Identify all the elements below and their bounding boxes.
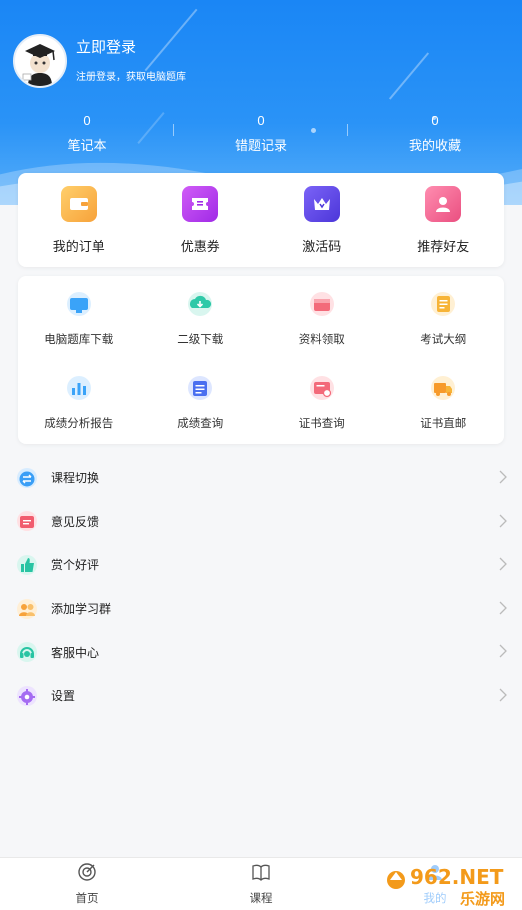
chevron-right-icon — [499, 470, 507, 484]
service-label: 电脑题库下载 — [44, 334, 114, 346]
stat-value: 0 — [257, 113, 265, 128]
monitor-icon — [64, 289, 94, 319]
chevron-right-icon — [499, 644, 507, 658]
truck-icon — [428, 373, 458, 403]
chevron-right-icon — [499, 557, 507, 571]
quick-actions-card: 我的订单 优惠券 激活码 推荐好友 — [18, 173, 504, 267]
switch-icon — [16, 467, 38, 489]
cloud-download-icon — [185, 289, 215, 319]
book-icon — [252, 864, 270, 881]
service-item[interactable]: 考试大纲 — [383, 276, 505, 360]
menu-label: 客服中心 — [51, 645, 100, 660]
headset-icon — [16, 641, 38, 663]
quick-action-invite[interactable]: 推荐好友 — [383, 173, 505, 267]
service-item[interactable]: 成绩分析报告 — [18, 360, 140, 444]
tab-courses[interactable]: 课程 — [174, 862, 348, 906]
avatar[interactable] — [13, 34, 67, 88]
service-item[interactable]: 证书直邮 — [383, 360, 505, 444]
stat-label: 错题记录 — [234, 138, 287, 153]
stat-mistakes[interactable]: 0 错题记录 — [174, 113, 348, 154]
certificate-icon — [307, 373, 337, 403]
service-label: 证书直邮 — [420, 418, 467, 430]
service-label: 考试大纲 — [420, 334, 467, 346]
menu-label: 添加学习群 — [51, 602, 112, 617]
service-label: 资料领取 — [298, 334, 345, 346]
stat-label: 笔记本 — [67, 138, 107, 153]
tab-label: 课程 — [249, 893, 273, 905]
quick-action-label: 我的订单 — [52, 239, 105, 254]
service-item[interactable]: 电脑题库下载 — [18, 276, 140, 360]
user-icon — [425, 186, 462, 222]
stat-value: 0 — [431, 113, 439, 128]
target-icon — [78, 863, 96, 881]
watermark-logo: 962.NET 乐游网 — [382, 858, 522, 910]
service-label: 成绩分析报告 — [44, 418, 114, 430]
menu-item-join-group[interactable]: 添加学习群 — [0, 587, 522, 631]
quick-action-label: 激活码 — [302, 239, 342, 254]
menu-item-customer-service[interactable]: 客服中心 — [0, 630, 522, 674]
service-item[interactable]: 成绩查询 — [140, 360, 262, 444]
tab-label: 首页 — [75, 893, 99, 905]
service-label: 成绩查询 — [177, 418, 224, 430]
quick-action-label: 推荐好友 — [417, 239, 470, 254]
watermark-brand: 962.NET — [410, 865, 504, 889]
watermark-site: 乐游网 — [460, 890, 505, 908]
quick-action-orders[interactable]: 我的订单 — [18, 173, 140, 267]
quick-action-label: 优惠券 — [180, 239, 220, 254]
login-subtitle: 注册登录，获取电脑题库 — [76, 72, 186, 83]
document-icon — [428, 289, 458, 319]
services-card: 电脑题库下载 二级下载 资料领取 考试大纲 成绩分析报告 成绩查询 证书查询 证… — [18, 276, 504, 444]
wallet-icon — [60, 186, 97, 222]
menu-item-rate-app[interactable]: 赏个好评 — [0, 543, 522, 587]
chevron-right-icon — [499, 514, 507, 528]
menu-label: 赏个好评 — [51, 558, 100, 573]
stat-notebook[interactable]: 0 笔记本 — [0, 113, 174, 154]
service-item[interactable]: 证书查询 — [261, 360, 383, 444]
stat-label: 我的收藏 — [408, 138, 461, 153]
tab-home[interactable]: 首页 — [0, 862, 174, 906]
settings-menu: 课程切换 意见反馈 赏个好评 添加学习群 客服中心 设置 — [0, 456, 522, 718]
gear-icon — [16, 685, 38, 707]
quick-action-coupons[interactable]: 优惠券 — [140, 173, 262, 267]
menu-label: 意见反馈 — [51, 514, 100, 529]
menu-label: 设置 — [51, 689, 76, 704]
menu-item-settings[interactable]: 设置 — [0, 674, 522, 718]
menu-item-feedback[interactable]: 意见反馈 — [0, 500, 522, 544]
quick-action-activation-code[interactable]: 激活码 — [261, 173, 383, 267]
bar-chart-icon — [64, 373, 94, 403]
service-item[interactable]: 二级下载 — [140, 276, 262, 360]
chevron-right-icon — [499, 601, 507, 615]
service-label: 证书查询 — [298, 418, 345, 430]
feedback-icon — [16, 510, 38, 532]
login-title[interactable]: 立即登录 — [76, 36, 136, 57]
thumbs-up-icon — [16, 554, 38, 576]
crown-icon — [303, 186, 340, 222]
stat-favorites[interactable]: 0 我的收藏 — [348, 113, 522, 154]
menu-item-switch-course[interactable]: 课程切换 — [0, 456, 522, 500]
group-icon — [16, 598, 38, 620]
service-item[interactable]: 资料领取 — [261, 276, 383, 360]
search-list-icon — [185, 373, 215, 403]
graduate-avatar-icon — [22, 44, 55, 86]
menu-label: 课程切换 — [51, 471, 100, 486]
stat-value: 0 — [83, 113, 91, 128]
chevron-right-icon — [499, 688, 507, 702]
coupon-icon — [182, 186, 219, 222]
gift-icon — [307, 289, 337, 319]
service-label: 二级下载 — [177, 334, 224, 346]
